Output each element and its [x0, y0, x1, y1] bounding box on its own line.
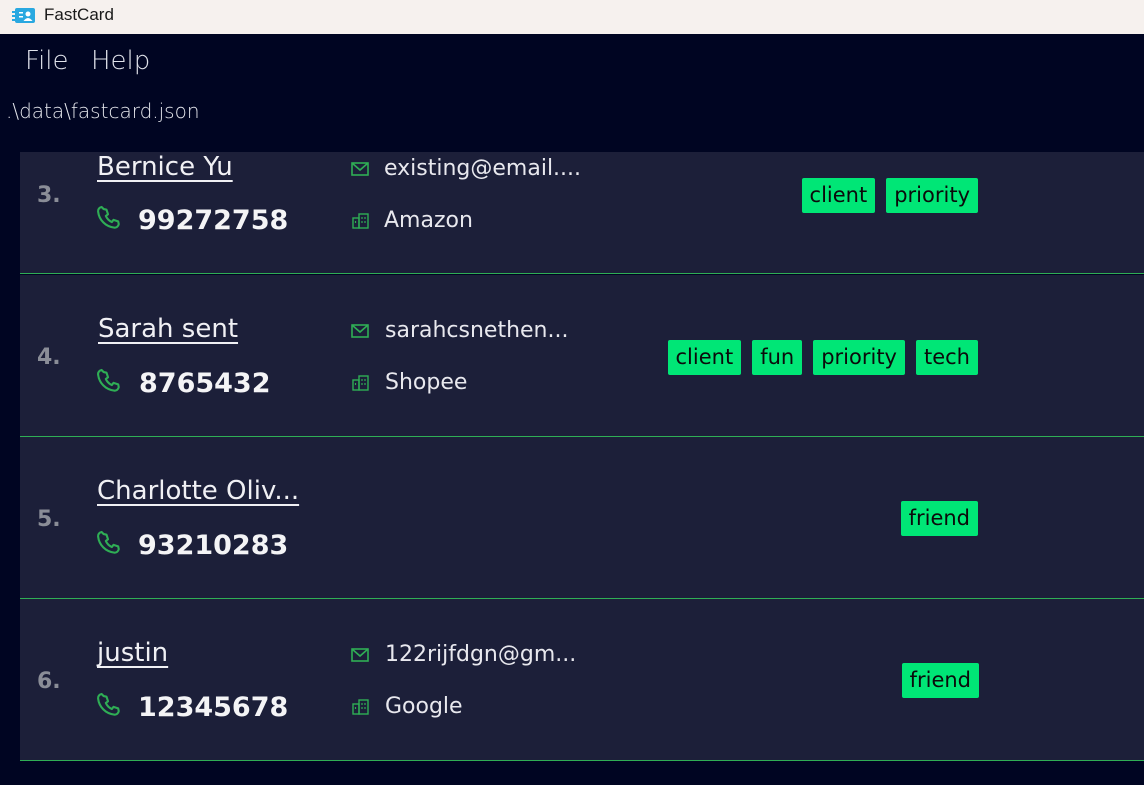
email-icon	[351, 648, 369, 662]
contact-name[interactable]: Bernice Yu	[97, 152, 233, 182]
contact-phone: 12345678	[138, 692, 289, 723]
contact-index: 6.	[37, 669, 61, 694]
contact-company: Amazon	[384, 208, 473, 233]
building-icon	[352, 213, 369, 229]
building-icon	[352, 699, 369, 715]
contact-index: 5.	[37, 507, 61, 532]
tag-priority[interactable]: priority	[813, 340, 905, 375]
menu-help[interactable]: Help	[91, 46, 150, 76]
email-icon	[351, 324, 369, 338]
contact-phone: 99272758	[138, 205, 289, 236]
tag-list: friend	[901, 663, 979, 698]
tag-friend[interactable]: friend	[901, 663, 979, 698]
title-bar: FastCard	[0, 0, 1144, 34]
phone-icon	[97, 692, 120, 716]
contact-card[interactable]: 3. Bernice Yu 99272758 existing@email...…	[20, 152, 1144, 274]
email-icon	[351, 162, 369, 176]
menu-file[interactable]: File	[25, 46, 69, 76]
contact-index: 3.	[37, 183, 61, 208]
tag-client[interactable]: client	[801, 178, 876, 213]
contact-card[interactable]: 6. justin 12345678 122rijfdgn@gm... Goog…	[20, 599, 1144, 761]
contact-name[interactable]: Charlotte Oliv...	[97, 476, 299, 506]
contact-name[interactable]: justin	[97, 638, 168, 668]
contact-card[interactable]: 4. Sarah sent 8765432 sarahcsnethen... S…	[20, 275, 1144, 437]
contact-name[interactable]: Sarah sent	[98, 314, 238, 344]
contact-phone: 93210283	[138, 530, 289, 561]
contact-card[interactable]: 5. Charlotte Oliv... 93210283 friend	[20, 437, 1144, 599]
contact-list[interactable]: 3. Bernice Yu 99272758 existing@email...…	[20, 152, 1144, 785]
tag-list: client fun priority tech	[667, 340, 978, 375]
tag-list: friend	[900, 501, 978, 536]
tag-friend[interactable]: friend	[900, 501, 978, 536]
contact-company: Google	[385, 694, 463, 719]
file-path-status: .\data\fastcard.json	[6, 99, 200, 123]
contact-email: existing@email....	[384, 156, 582, 181]
tag-list: client priority	[801, 178, 978, 213]
building-icon	[352, 375, 369, 391]
tag-client[interactable]: client	[667, 340, 742, 375]
phone-icon	[97, 205, 120, 229]
tag-priority[interactable]: priority	[886, 178, 978, 213]
tag-fun[interactable]: fun	[752, 340, 803, 375]
phone-icon	[97, 368, 120, 392]
tag-tech[interactable]: tech	[915, 340, 978, 375]
menu-bar: File Help	[0, 34, 1144, 90]
contact-phone: 8765432	[139, 368, 271, 399]
contact-index: 4.	[37, 345, 61, 370]
contact-email: 122rijfdgn@gm...	[385, 642, 577, 667]
contact-company: Shopee	[385, 370, 468, 395]
contact-card-icon	[12, 8, 35, 23]
window-title: FastCard	[44, 5, 114, 24]
phone-icon	[97, 530, 120, 554]
contact-email: sarahcsnethen...	[385, 318, 569, 343]
